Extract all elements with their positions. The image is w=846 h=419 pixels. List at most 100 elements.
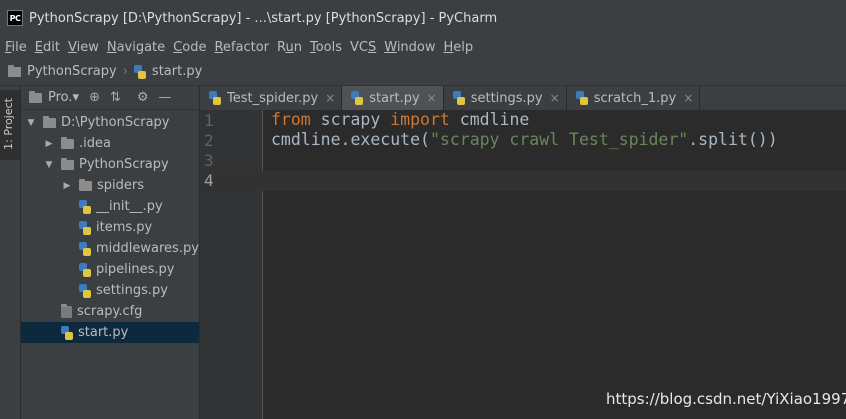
breadcrumb-project[interactable]: PythonScrapy [27, 64, 117, 79]
project-tool-tab[interactable]: 1: Project [0, 90, 20, 160]
code-keyword: import [390, 110, 450, 129]
locate-icon[interactable]: ⊕ [89, 90, 100, 105]
current-line-highlight [200, 171, 846, 191]
python-file-icon [79, 220, 91, 235]
menu-navigate[interactable]: Navigate [107, 40, 165, 55]
window-title: PythonScrapy [D:\PythonScrapy] - ...\sta… [29, 10, 498, 26]
line-number-current: 4 [204, 171, 214, 190]
project-tool-tab-label: 1: Project [2, 98, 15, 150]
menu-file[interactable]: File [5, 40, 27, 55]
title-bar: PC PythonScrapy [D:\PythonScrapy] - ...\… [0, 0, 846, 36]
breadcrumb-file[interactable]: start.py [152, 64, 202, 79]
menu-vcs[interactable]: VCS [350, 40, 376, 55]
menu-bar: File Edit View Navigate Code Refactor Ru… [0, 36, 846, 58]
tab-scratch[interactable]: scratch_1.py × [567, 86, 701, 110]
tab-test-spider[interactable]: Test_spider.py × [200, 86, 343, 110]
close-icon[interactable]: × [325, 91, 335, 105]
tree-item-label: settings.py [96, 283, 168, 298]
config-file-icon [61, 303, 72, 318]
folder-icon [61, 136, 74, 149]
project-view-selector[interactable]: Pro.▾ [48, 90, 79, 105]
python-file-icon [209, 91, 221, 105]
gear-icon[interactable]: ⚙ [137, 90, 149, 105]
folder-icon [43, 115, 56, 128]
python-file-icon [79, 262, 91, 277]
python-file-icon [452, 91, 465, 105]
project-view-icon [29, 90, 42, 103]
code-text: cmdline.execute( [271, 130, 430, 149]
close-icon[interactable]: × [550, 91, 560, 105]
project-panel: Pro.▾ ⊕ ⇅ ⚙ — ▼ D:\PythonScrapy ▶ .idea … [21, 86, 199, 419]
folder-icon [79, 178, 92, 191]
tree-item-label: __init__.py [96, 199, 163, 214]
menu-window[interactable]: Window [384, 40, 435, 55]
editor-tab-bar: Test_spider.py × start.py × settings.py … [200, 86, 846, 111]
breadcrumb-separator: › [122, 64, 128, 79]
tree-item-label: items.py [96, 220, 153, 235]
tree-item-label: pipelines.py [96, 262, 175, 277]
project-tree: ▼ D:\PythonScrapy ▶ .idea ▼ PythonScrapy… [21, 110, 199, 343]
tree-item-pythonscrapy[interactable]: ▼ PythonScrapy [21, 154, 199, 175]
tab-label: start.py [369, 90, 420, 106]
menu-edit[interactable]: Edit [35, 40, 60, 55]
python-file-icon [79, 283, 91, 298]
tree-item-label: .idea [79, 136, 111, 151]
tree-item-label: spiders [97, 178, 145, 193]
code-keyword: from [271, 110, 311, 129]
tab-label: Test_spider.py [227, 90, 319, 106]
code-line-2[interactable]: cmdline.execute("scrapy crawl Test_spide… [271, 130, 778, 150]
chevron-down-icon[interactable]: ▼ [43, 160, 55, 170]
code-string: "scrapy crawl Test_spider" [429, 130, 689, 149]
menu-refactor[interactable]: Refactor [214, 40, 269, 55]
code-text: scrapy [310, 110, 391, 129]
project-panel-header: Pro.▾ ⊕ ⇅ ⚙ — [21, 86, 199, 110]
tree-item-init[interactable]: __init__.py [21, 196, 199, 217]
tree-item-label: start.py [78, 325, 129, 340]
chevron-right-icon[interactable]: ▶ [43, 139, 55, 149]
close-icon[interactable]: × [683, 91, 693, 105]
python-file-icon [61, 325, 73, 340]
hide-panel-icon[interactable]: — [159, 90, 172, 105]
tree-item-items[interactable]: items.py [21, 217, 199, 238]
menu-code[interactable]: Code [173, 40, 206, 55]
chevron-right-icon[interactable]: ▶ [61, 181, 73, 191]
tab-start[interactable]: start.py × [342, 86, 444, 110]
tree-item-idea[interactable]: ▶ .idea [21, 133, 199, 154]
tree-item-label: PythonScrapy [79, 157, 169, 172]
tab-label: settings.py [470, 90, 543, 106]
close-icon[interactable]: × [427, 91, 437, 105]
code-editor[interactable] [263, 110, 846, 419]
code-text: cmdline [449, 110, 530, 129]
tree-item-middlewares[interactable]: middlewares.py [21, 238, 199, 259]
tree-item-settings[interactable]: settings.py [21, 280, 199, 301]
chevron-down-icon[interactable]: ▼ [25, 118, 37, 128]
tree-item-label: middlewares.py [96, 241, 199, 256]
tree-item-root[interactable]: ▼ D:\PythonScrapy [21, 112, 199, 133]
menu-tools[interactable]: Tools [310, 40, 342, 55]
code-text: .split()) [688, 130, 778, 149]
tree-item-label: scrapy.cfg [77, 304, 143, 319]
tree-item-spiders[interactable]: ▶ spiders [21, 175, 199, 196]
tree-item-label: D:\PythonScrapy [61, 115, 170, 130]
pycharm-logo-icon: PC [7, 10, 23, 26]
menu-view[interactable]: View [68, 40, 99, 55]
python-file-icon [575, 91, 588, 105]
tree-item-scrapy-cfg[interactable]: scrapy.cfg [21, 301, 199, 322]
folder-icon [8, 64, 21, 77]
line-number: 1 [204, 111, 214, 130]
collapse-all-icon[interactable]: ⇅ [110, 90, 121, 105]
line-number: 3 [204, 151, 214, 170]
tool-window-strip: 1: Project [0, 86, 21, 419]
folder-icon [61, 157, 74, 170]
tree-item-start[interactable]: start.py [21, 322, 199, 343]
python-file-icon [79, 241, 91, 256]
python-file-icon [79, 199, 91, 214]
tree-item-pipelines[interactable]: pipelines.py [21, 259, 199, 280]
tab-label: scratch_1.py [593, 90, 677, 106]
code-line-1[interactable]: from scrapy import cmdline [271, 110, 529, 130]
tab-settings[interactable]: settings.py × [444, 86, 567, 110]
line-number: 2 [204, 131, 214, 150]
python-file-icon [351, 91, 364, 105]
menu-help[interactable]: Help [444, 40, 474, 55]
menu-run[interactable]: Run [277, 40, 302, 55]
